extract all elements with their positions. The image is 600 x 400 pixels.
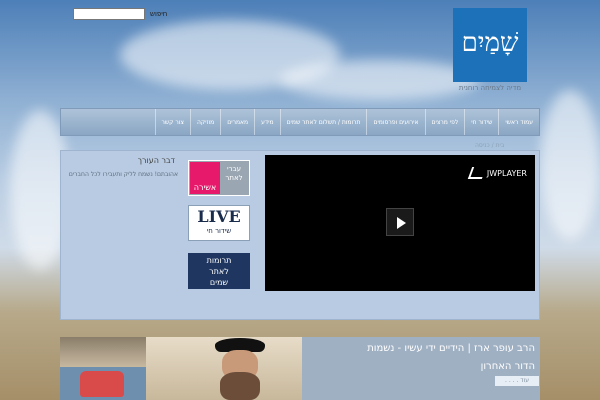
editor-heading: דבר העורך (137, 156, 175, 165)
ashira-label: אשירה (190, 162, 220, 194)
live-label-he: שידור חי (206, 227, 232, 235)
play-icon[interactable] (386, 208, 414, 236)
donate-line-3: שמים (209, 278, 229, 287)
search-label: חיפוש (150, 10, 168, 18)
beard-shape (220, 372, 260, 400)
donate-button[interactable]: תרומות לאתר שמים (188, 253, 250, 289)
cloud-decoration (540, 90, 600, 240)
featured-title-line-1: הרב עופר ארז | הידיים ידי עשיו - נשמות (367, 343, 535, 354)
editor-text: אהובתם! נשמח לליק ותעבירו לכל החברים (68, 171, 178, 178)
main-nav: עמוד ראשי שידור חי לפי מרצים אירועים ופר… (60, 108, 540, 136)
breadcrumb[interactable]: בית / כניסה (475, 142, 504, 149)
jwplayer-icon (467, 167, 487, 179)
cloud-decoration (280, 60, 480, 100)
nav-item-donations[interactable]: תרומות / תשלום לאתר שמים (279, 109, 367, 135)
nav-item-music[interactable]: מוזיקה (189, 109, 220, 135)
featured-title-line-2: הדור האחרון (480, 361, 535, 372)
logo-text: שָׁמַיִם (461, 28, 519, 58)
donate-line-2: לאתר (209, 267, 229, 276)
thumbnail-lecture[interactable] (60, 337, 146, 367)
tagline: מדיה לצמיחה רוחנית (458, 84, 522, 92)
nav-item-live[interactable]: שידור חי (464, 109, 498, 135)
featured-title[interactable]: הרב עופר ארז | הידיים ידי עשיו - נשמות ה… (305, 340, 535, 376)
nav-item-events[interactable]: אירועים ופרסומים (366, 109, 424, 135)
jwplayer-label: JWPLAYER (486, 168, 527, 178)
search-input[interactable] (73, 8, 145, 20)
nav-item-lecturers[interactable]: לפי מרצים (424, 109, 465, 135)
nav-item-info[interactable]: מידע (254, 109, 279, 135)
more-link[interactable]: עוד . . . . (495, 376, 539, 386)
ashira-top-label: עברי לאתר (225, 165, 243, 182)
jwplayer-brand: JWPLAYER (467, 167, 527, 179)
live-label-en: LIVE (197, 207, 241, 226)
video-player[interactable]: JWPLAYER (265, 155, 535, 291)
phone-icon (80, 371, 124, 397)
nav-item-home[interactable]: עמוד ראשי (498, 109, 539, 135)
ashira-button[interactable]: עברי לאתר אשירה (188, 160, 250, 196)
nav-item-contact[interactable]: צור קשר (154, 109, 190, 135)
nav-item-articles[interactable]: מאמרים (220, 109, 254, 135)
site-logo[interactable]: שָׁמַיִם (453, 8, 527, 82)
donate-line-1: תרומות (206, 256, 232, 265)
live-button[interactable]: LIVE שידור חי (188, 205, 250, 241)
